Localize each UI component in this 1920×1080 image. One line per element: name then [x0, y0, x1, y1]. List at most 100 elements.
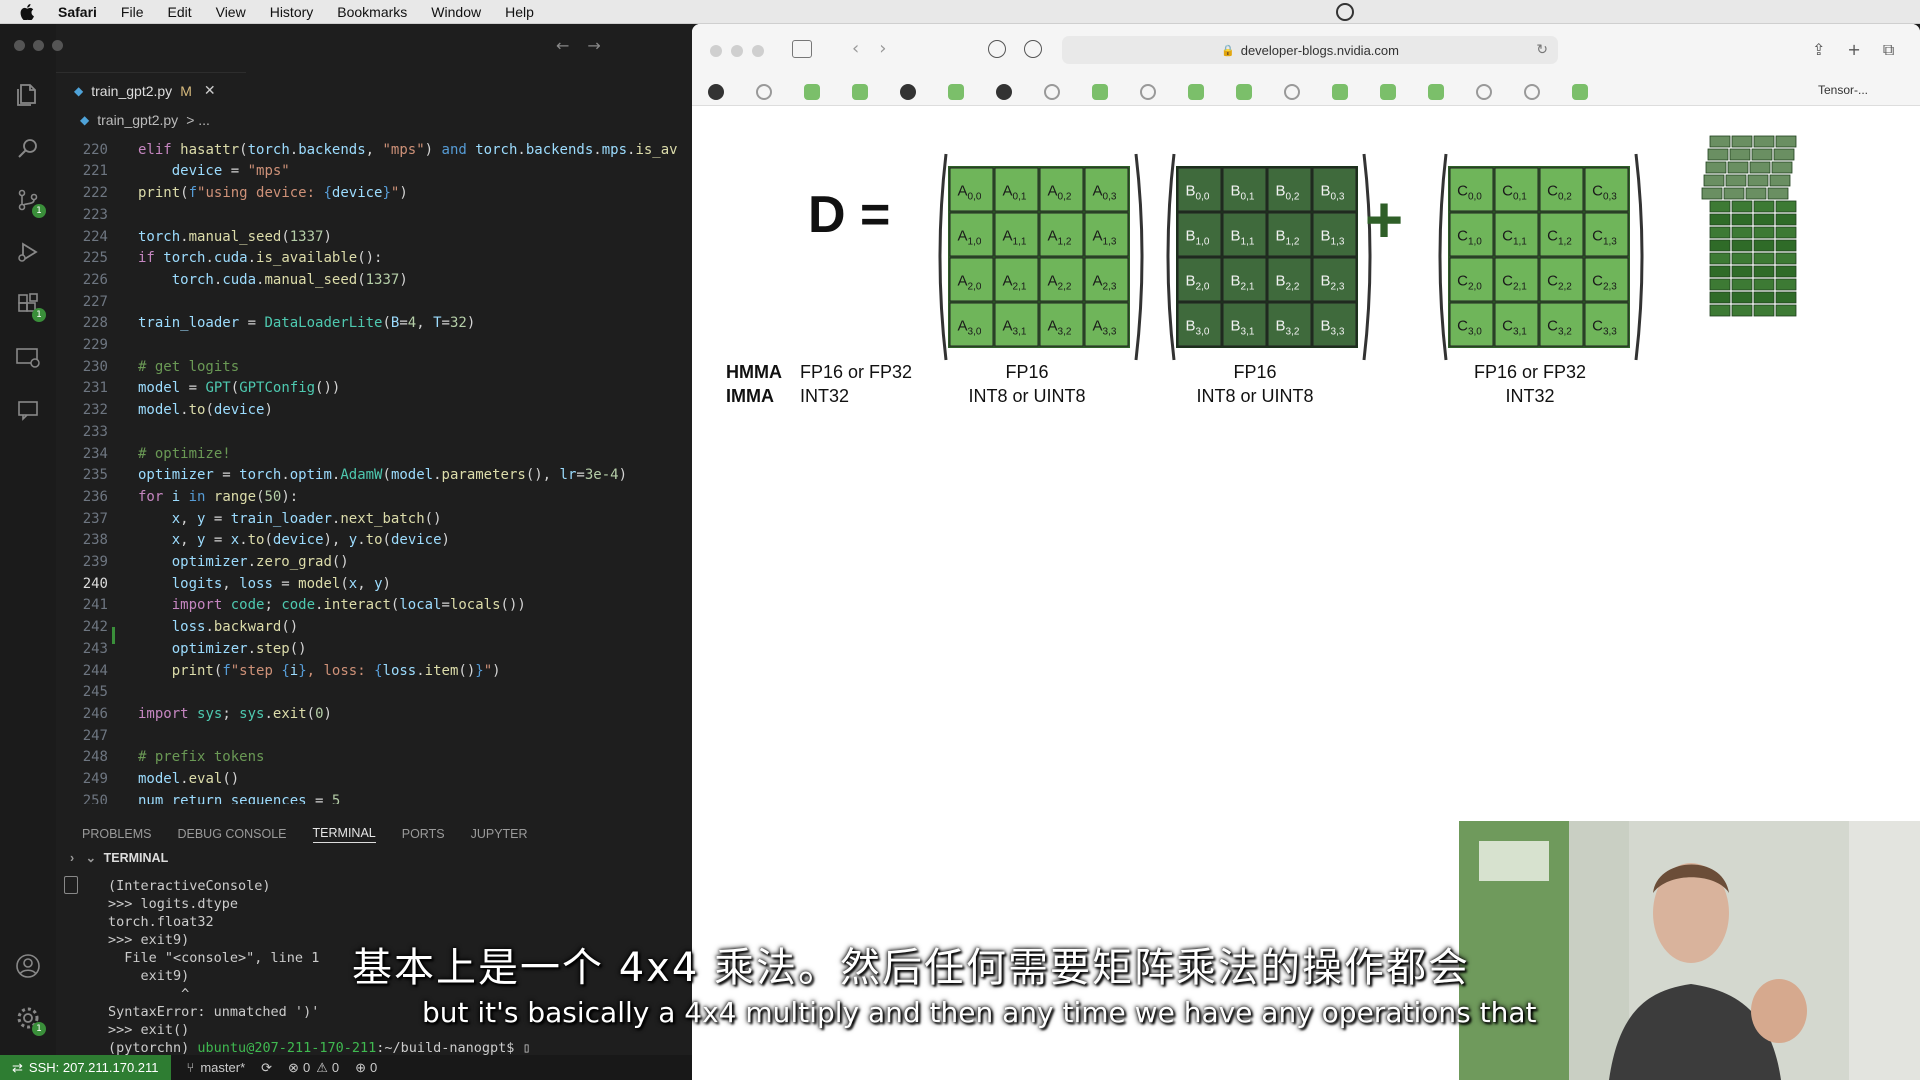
- code-line[interactable]: # get logits: [138, 359, 239, 375]
- menu-history[interactable]: History: [270, 4, 314, 20]
- close-button[interactable]: [710, 45, 722, 57]
- settings-gear-icon[interactable]: 1: [14, 1004, 46, 1036]
- round-favicon-icon[interactable]: [1044, 84, 1060, 100]
- code-line[interactable]: train_loader = DataLoaderLite(B=4, T=32): [138, 315, 475, 331]
- menu-window[interactable]: Window: [431, 4, 481, 20]
- menu-file[interactable]: File: [121, 4, 144, 20]
- green-favicon-icon[interactable]: [1236, 84, 1252, 100]
- breadcrumb-file[interactable]: train_gpt2.py: [97, 112, 178, 128]
- breadcrumb-rest[interactable]: > ...: [186, 112, 210, 128]
- code-line[interactable]: for i in range(50):: [138, 489, 298, 505]
- code-line[interactable]: torch.manual_seed(1337): [138, 229, 332, 245]
- github-icon[interactable]: [996, 84, 1012, 100]
- sidebar-toggle-icon[interactable]: [792, 40, 812, 58]
- menu-help[interactable]: Help: [505, 4, 534, 20]
- forward-arrow-icon[interactable]: →: [587, 36, 600, 55]
- code-editor[interactable]: 219 device = "cuda" 220 elif hasattr(torch…: [56, 132, 692, 804]
- chat-icon[interactable]: [14, 396, 42, 424]
- round-favicon-icon[interactable]: [1140, 84, 1156, 100]
- code-line[interactable]: import code; code.interact(local=locals(…: [138, 597, 526, 613]
- code-line[interactable]: num_return_sequences = 5: [138, 793, 340, 804]
- tab-overview-icon[interactable]: ⧉: [1883, 40, 1894, 60]
- remote-ssh-indicator[interactable]: ⇄ SSH: 207.211.170.211: [0, 1055, 171, 1080]
- explorer-icon[interactable]: [14, 80, 42, 108]
- nvidia-favicon-icon[interactable]: [1428, 84, 1444, 100]
- search-icon[interactable]: [14, 134, 42, 162]
- warnings-count[interactable]: 0: [332, 1060, 339, 1075]
- google-favicon-icon[interactable]: [1476, 84, 1492, 100]
- code-line[interactable]: model.to(device): [138, 402, 273, 418]
- menu-bookmarks[interactable]: Bookmarks: [337, 4, 407, 20]
- extensions-icon[interactable]: 1: [14, 290, 46, 322]
- menu-edit[interactable]: Edit: [167, 4, 191, 20]
- green-favicon-icon[interactable]: [1188, 84, 1204, 100]
- menu-app-safari[interactable]: Safari: [58, 4, 97, 20]
- share-icon[interactable]: ⇪: [1812, 40, 1825, 60]
- code-line[interactable]: print(f"step {i}, loss: {loss.item()}"): [138, 663, 501, 679]
- code-line[interactable]: # optimize!: [138, 446, 231, 462]
- tab-debug-console[interactable]: DEBUG CONSOLE: [177, 827, 286, 841]
- ports-count[interactable]: 0: [370, 1060, 377, 1075]
- code-line[interactable]: device = "cuda": [138, 132, 298, 136]
- tab-train-gpt2[interactable]: ◆ train_gpt2.py M ✕: [56, 72, 246, 108]
- back-icon[interactable]: ‹: [852, 38, 859, 59]
- green-favicon-icon[interactable]: [948, 84, 964, 100]
- problems-count[interactable]: 0: [303, 1060, 310, 1075]
- nvidia-favicon-icon[interactable]: [1332, 84, 1348, 100]
- reload-icon[interactable]: ↻: [1536, 41, 1548, 58]
- code-line[interactable]: print(f"using device: {device}"): [138, 185, 408, 201]
- link-favicon-icon[interactable]: [756, 84, 772, 100]
- github-icon[interactable]: [708, 84, 724, 100]
- apple-icon[interactable]: [18, 3, 36, 21]
- branch-name[interactable]: master*: [200, 1060, 245, 1075]
- run-debug-icon[interactable]: [14, 238, 42, 266]
- account-icon[interactable]: [14, 952, 42, 980]
- remote-explorer-icon[interactable]: [14, 344, 42, 372]
- terminal-header[interactable]: › ⌄ TERMINAL: [70, 850, 168, 865]
- tab-terminal[interactable]: TERMINAL: [312, 826, 376, 843]
- source-control-icon[interactable]: 1: [14, 186, 46, 218]
- privacy-shield-icon[interactable]: [1024, 40, 1042, 58]
- code-line[interactable]: x, y = train_loader.next_batch(): [138, 511, 442, 527]
- round-favicon-icon[interactable]: [1284, 84, 1300, 100]
- password-extension-icon[interactable]: [988, 40, 1006, 58]
- menu-view[interactable]: View: [216, 4, 246, 20]
- code-line[interactable]: optimizer.step(): [138, 641, 307, 657]
- nvidia-favicon-icon[interactable]: [1380, 84, 1396, 100]
- favorite-tensor[interactable]: Tensor-...: [1818, 83, 1868, 97]
- close-tab-icon[interactable]: ✕: [204, 82, 216, 99]
- code-line[interactable]: optimizer.zero_grad(): [138, 554, 349, 570]
- tab-ports[interactable]: PORTS: [402, 827, 445, 841]
- code-line[interactable]: if torch.cuda.is_available():: [138, 250, 383, 266]
- tab-problems[interactable]: PROBLEMS: [82, 827, 151, 841]
- round-favicon-icon[interactable]: [1524, 84, 1540, 100]
- nvidia-favicon-icon[interactable]: [1572, 84, 1588, 100]
- sync-icon[interactable]: ⟳: [261, 1060, 272, 1076]
- new-tab-icon[interactable]: +: [1847, 40, 1860, 60]
- forward-icon[interactable]: ›: [879, 38, 886, 59]
- zoom-button[interactable]: [752, 45, 764, 57]
- github-icon[interactable]: [900, 84, 916, 100]
- code-line[interactable]: logits, loss = model(x, y): [138, 576, 391, 592]
- green-favicon-icon[interactable]: [852, 84, 868, 100]
- code-line[interactable]: optimizer = torch.optim.AdamW(model.para…: [138, 467, 627, 483]
- green-favicon-icon[interactable]: [1092, 84, 1108, 100]
- green-favicon-icon[interactable]: [804, 84, 820, 100]
- address-bar[interactable]: 🔒 developer-blogs.nvidia.com ↻: [1062, 36, 1558, 64]
- screen-record-icon[interactable]: [1336, 3, 1354, 21]
- code-line[interactable]: device = "mps": [138, 163, 290, 179]
- code-line[interactable]: loss.backward(): [138, 619, 298, 635]
- code-line[interactable]: # prefix tokens: [138, 749, 264, 765]
- tab-jupyter[interactable]: JUPYTER: [471, 827, 528, 841]
- code-line[interactable]: model = GPT(GPTConfig()): [138, 380, 340, 396]
- code-line[interactable]: model.eval(): [138, 771, 239, 787]
- minimize-button[interactable]: [731, 45, 743, 57]
- terminal-icon[interactable]: [64, 876, 78, 894]
- code-line[interactable]: torch.cuda.manual_seed(1337): [138, 272, 408, 288]
- code-line[interactable]: import sys; sys.exit(0): [138, 706, 332, 722]
- chevron-down-icon[interactable]: ⌄: [86, 851, 96, 865]
- back-arrow-icon[interactable]: ←: [556, 36, 569, 55]
- code-line[interactable]: elif hasattr(torch.backends, "mps") and …: [138, 142, 678, 158]
- chevron-right-icon[interactable]: ›: [70, 851, 74, 865]
- code-line[interactable]: x, y = x.to(device), y.to(device): [138, 532, 450, 548]
